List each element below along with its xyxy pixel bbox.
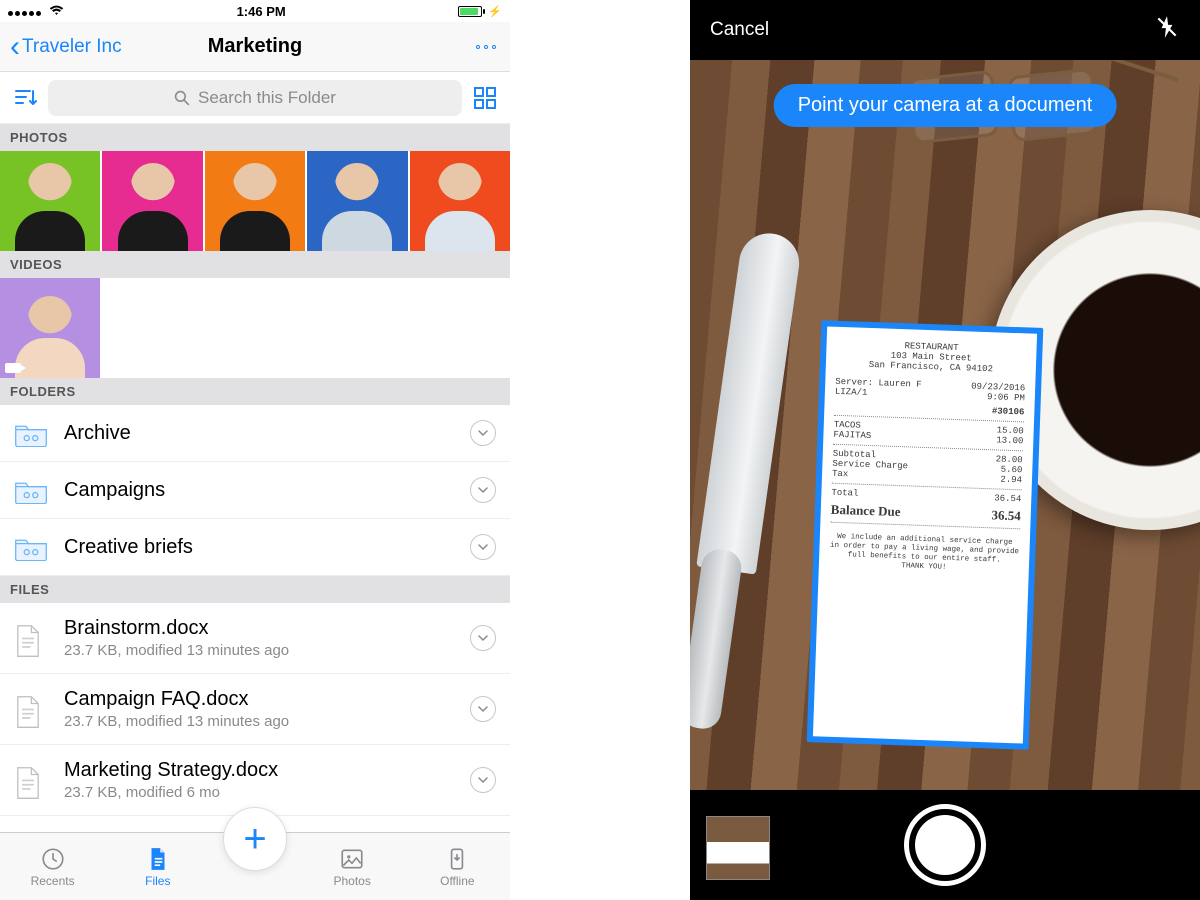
shared-folder-icon: [14, 419, 48, 447]
grid-view-button[interactable]: [472, 85, 498, 111]
download-icon: [444, 846, 470, 872]
search-placeholder: Search this Folder: [198, 88, 336, 108]
tab-files[interactable]: Files: [118, 846, 198, 888]
file-name: Marketing Strategy.docx: [64, 759, 454, 782]
expand-chevron-icon[interactable]: [470, 534, 496, 560]
back-button[interactable]: ‹ Traveler Inc: [10, 32, 122, 62]
video-strip: [0, 278, 510, 378]
wifi-icon: [49, 4, 64, 19]
expand-chevron-icon[interactable]: [470, 767, 496, 793]
add-button[interactable]: +: [223, 807, 287, 871]
file-name: Brainstorm.docx: [64, 617, 454, 640]
section-header-photos: PHOTOS: [0, 124, 510, 151]
receipt: RESTAURANT 103 Main Street San Francisco…: [813, 326, 1037, 743]
file-name: Campaign FAQ.docx: [64, 688, 454, 711]
status-bar: 1:46 PM ⚡: [0, 0, 510, 22]
battery-icon: [458, 6, 482, 17]
folder-name: Creative briefs: [64, 536, 454, 559]
clock-icon: [40, 846, 66, 872]
nav-bar: ‹ Traveler Inc Marketing: [0, 22, 510, 72]
file-icon: [145, 846, 171, 872]
photo-thumbnail[interactable]: [410, 151, 510, 251]
receipt-item-name: FAJITAS: [833, 430, 871, 441]
video-badge-icon: [5, 363, 21, 373]
shutter-button[interactable]: [904, 804, 986, 886]
last-capture-thumbnail[interactable]: [706, 816, 770, 880]
expand-chevron-icon[interactable]: [470, 625, 496, 651]
section-header-videos: VIDEOS: [0, 251, 510, 278]
clock: 1:46 PM: [237, 4, 286, 19]
camera-bottom-bar: [690, 790, 1200, 900]
back-label: Traveler Inc: [22, 36, 122, 58]
section-header-files: FILES: [0, 576, 510, 603]
flash-off-icon[interactable]: [1154, 14, 1180, 46]
photo-thumbnail[interactable]: [0, 151, 100, 251]
detected-document: RESTAURANT 103 Main Street San Francisco…: [813, 326, 1037, 743]
camera-scanner-screen: Cancel RESTAURANT 103 Main Street San Fr…: [690, 0, 1200, 900]
file-row[interactable]: Campaign FAQ.docx 23.7 KB, modified 13 mi…: [0, 674, 510, 745]
plus-icon: +: [243, 817, 266, 862]
shutter-inner-icon: [915, 815, 975, 875]
file-row[interactable]: Brainstorm.docx 23.7 KB, modified 13 minu…: [0, 603, 510, 674]
image-icon: [339, 846, 365, 872]
shared-folder-icon: [14, 476, 48, 504]
chevron-left-icon: ‹: [10, 32, 20, 62]
cancel-button[interactable]: Cancel: [710, 19, 769, 41]
expand-chevron-icon[interactable]: [470, 477, 496, 503]
signal-strength-icon: [8, 4, 43, 19]
tab-label: Photos: [333, 874, 370, 888]
shared-folder-icon: [14, 533, 48, 561]
expand-chevron-icon[interactable]: [470, 420, 496, 446]
file-meta: 23.7 KB, modified 6 mo: [64, 784, 454, 801]
photo-thumbnail[interactable]: [102, 151, 202, 251]
photo-thumbnail[interactable]: [205, 151, 305, 251]
folder-row[interactable]: Campaigns: [0, 462, 510, 519]
tab-recents[interactable]: Recents: [13, 846, 93, 888]
tab-label: Offline: [440, 874, 474, 888]
page-title: Marketing: [208, 35, 302, 58]
search-row: Search this Folder: [0, 72, 510, 124]
photo-strip: [0, 151, 510, 251]
tab-bar: Recents Files + Photos Offline: [0, 832, 510, 900]
tab-label: Recents: [31, 874, 75, 888]
search-icon: [174, 90, 190, 106]
document-icon: [14, 695, 48, 723]
document-icon: [14, 624, 48, 652]
receipt-item-price: 13.00: [996, 435, 1023, 446]
sort-button[interactable]: [12, 85, 38, 111]
tab-offline[interactable]: Offline: [417, 846, 497, 888]
file-meta: 23.7 KB, modified 13 minutes ago: [64, 642, 454, 659]
folder-name: Archive: [64, 422, 454, 445]
tab-label: Files: [145, 874, 170, 888]
camera-hint: Point your camera at a document: [774, 84, 1117, 127]
folder-row[interactable]: Creative briefs: [0, 519, 510, 576]
tab-photos[interactable]: Photos: [312, 846, 392, 888]
search-input[interactable]: Search this Folder: [48, 80, 462, 116]
file-meta: 23.7 KB, modified 13 minutes ago: [64, 713, 454, 730]
file-browser-screen: 1:46 PM ⚡ ‹ Traveler Inc Marketing Searc…: [0, 0, 510, 900]
section-header-folders: FOLDERS: [0, 378, 510, 405]
photo-thumbnail[interactable]: [307, 151, 407, 251]
folder-name: Campaigns: [64, 479, 454, 502]
camera-viewfinder: RESTAURANT 103 Main Street San Francisco…: [690, 60, 1200, 790]
expand-chevron-icon[interactable]: [470, 696, 496, 722]
file-row[interactable]: Marketing Strategy.docx 23.7 KB, modified…: [0, 745, 510, 816]
camera-top-bar: Cancel: [690, 0, 1200, 60]
folder-row[interactable]: Archive: [0, 405, 510, 462]
video-thumbnail[interactable]: [0, 278, 100, 378]
document-icon: [14, 766, 48, 794]
more-options-button[interactable]: [472, 41, 500, 53]
charging-icon: ⚡: [488, 5, 502, 18]
